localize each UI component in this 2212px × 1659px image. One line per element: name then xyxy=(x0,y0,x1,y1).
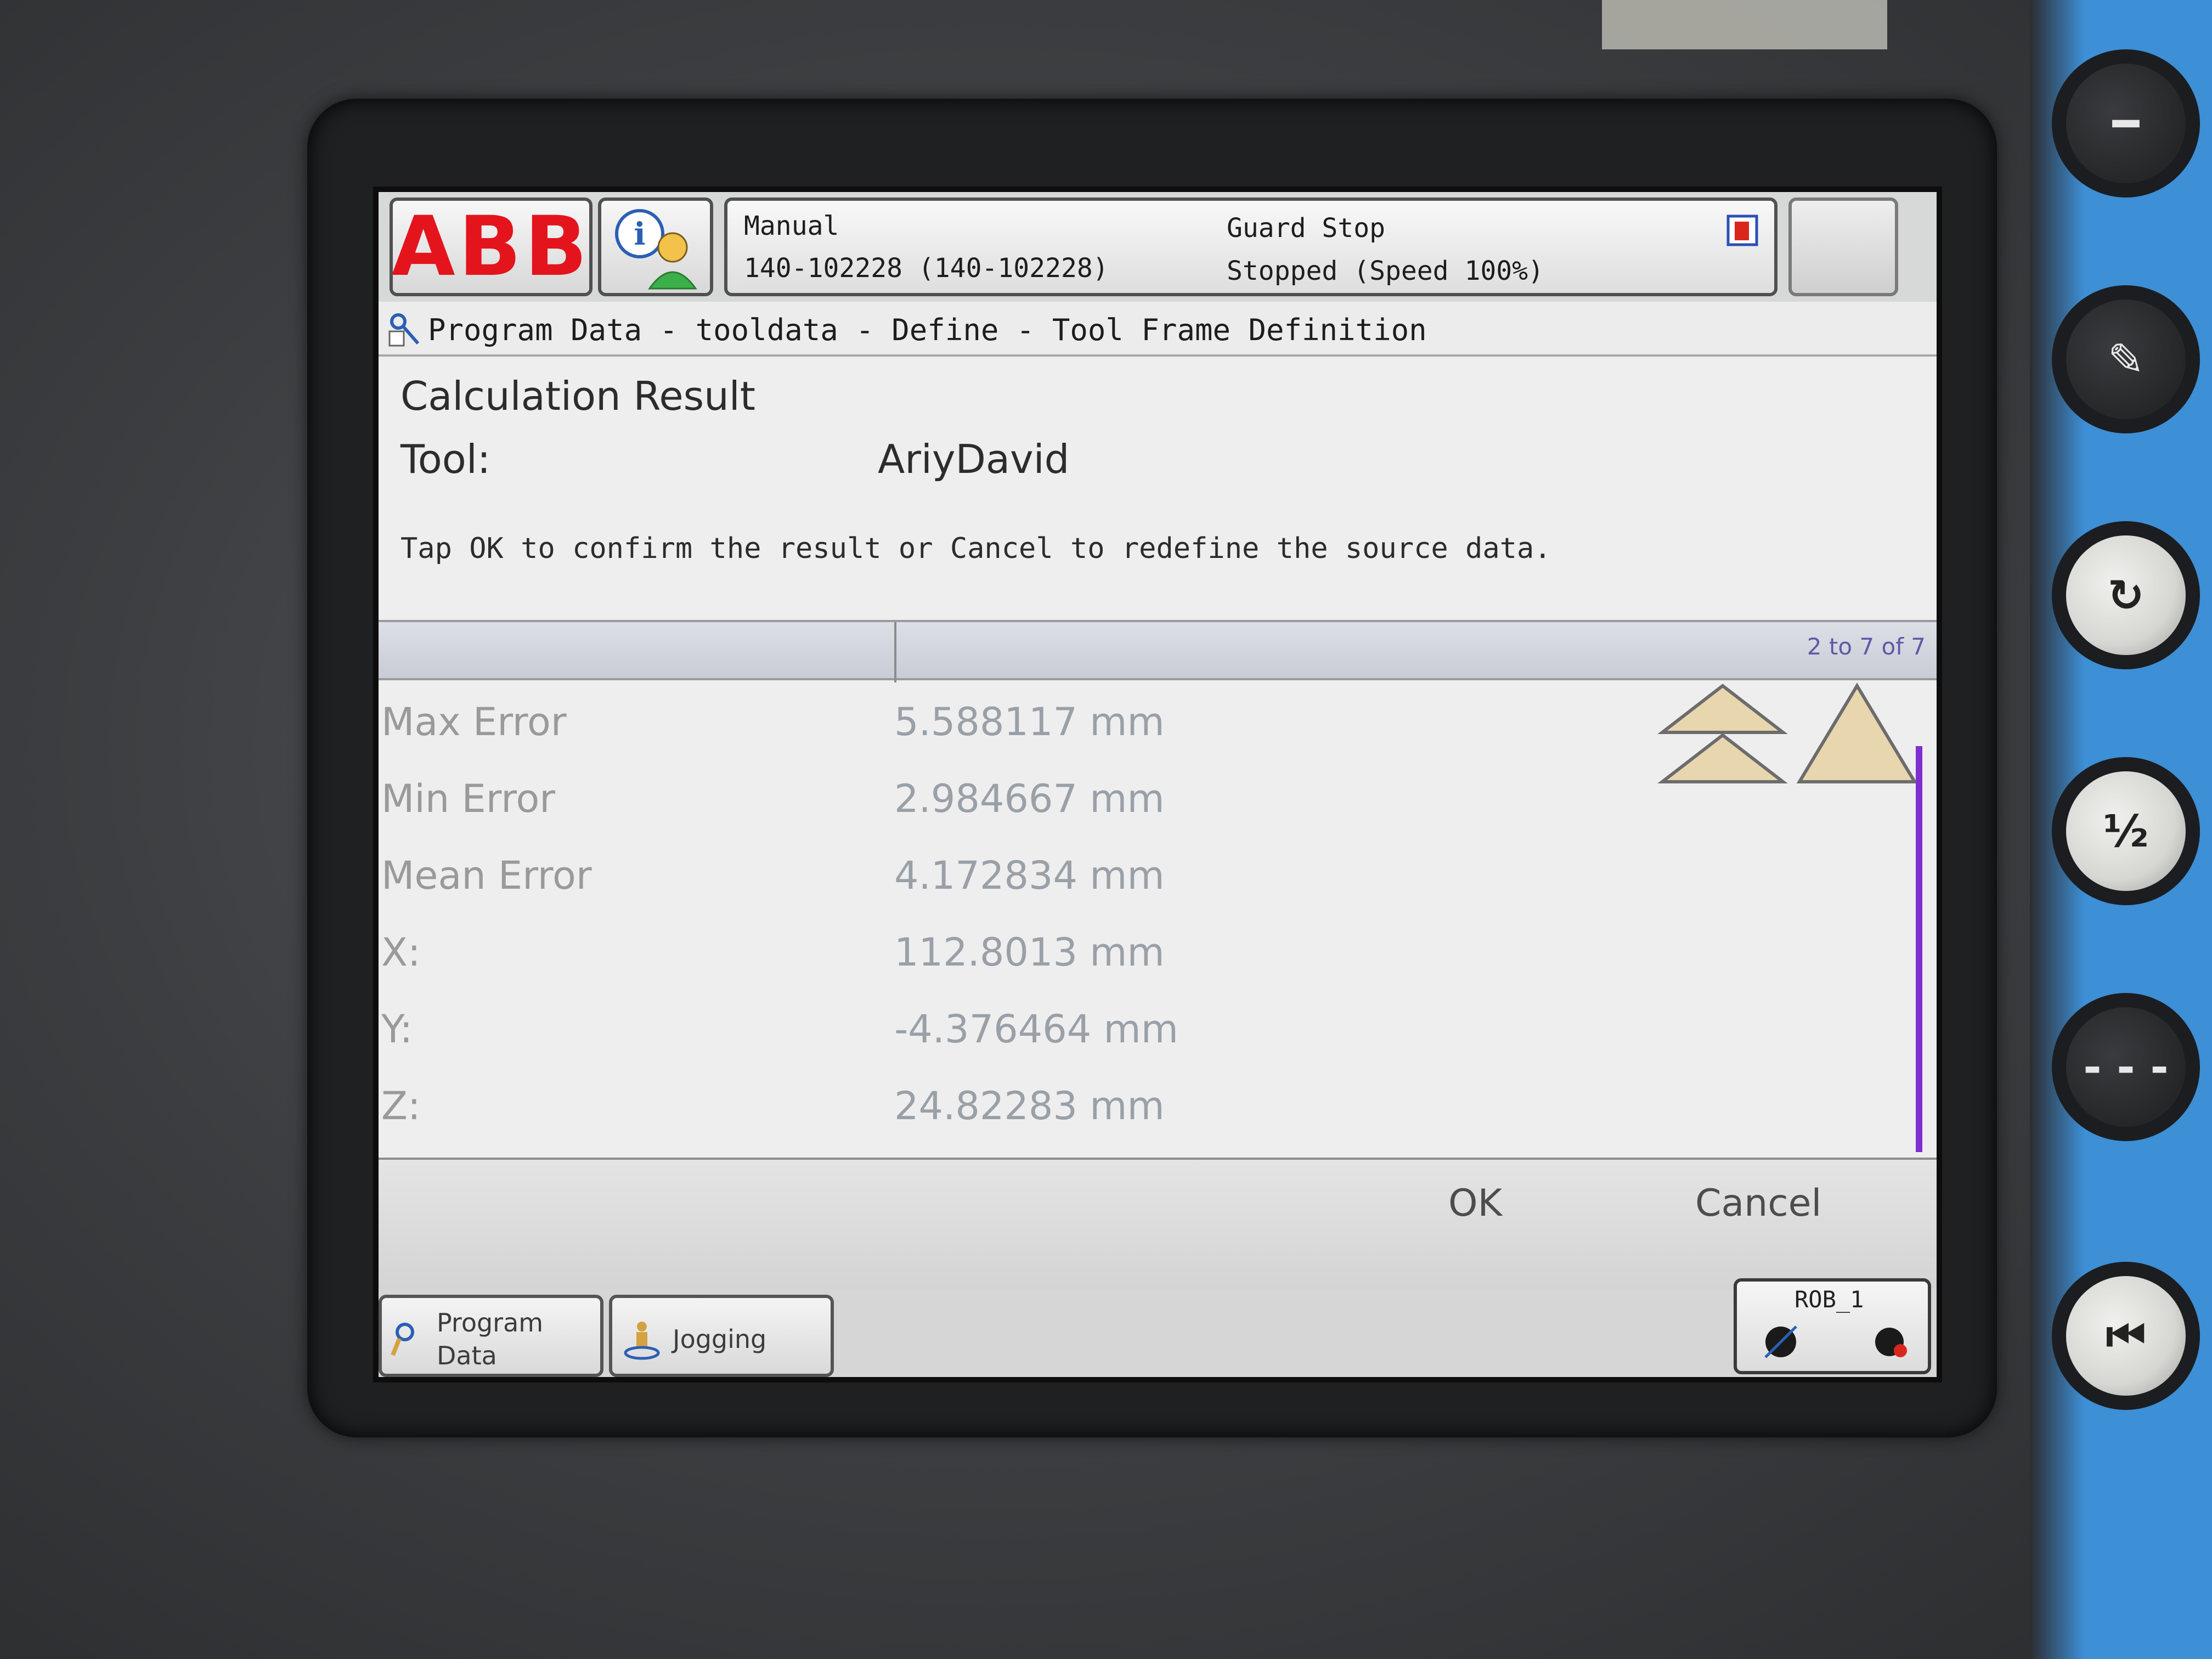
row-value: -4.376464 mm xyxy=(894,1007,1178,1052)
flexpendant-screen: ABB i Manual 140-102228 (140-102228) Gua… xyxy=(373,187,1942,1383)
close-view-button[interactable] xyxy=(1788,198,1898,296)
teach-pendant-body: ━ ✎ ↻ ½ - - - ⏮ ABB i Manual 140-102228 … xyxy=(0,0,2212,1659)
hardware-button-1[interactable]: ━ xyxy=(2052,49,2200,198)
controller-name: 140-102228 (140-102228) xyxy=(744,253,1109,284)
row-label: Mean Error xyxy=(381,853,592,898)
hardware-button-5[interactable]: - - - xyxy=(2052,993,2200,1141)
taskbar-label-line1: Program xyxy=(437,1308,544,1338)
row-value: 2.984667 mm xyxy=(894,776,1165,821)
scrollbar[interactable] xyxy=(1916,746,1922,1152)
quickset-robot-button[interactable]: ROB_1 xyxy=(1734,1278,1931,1374)
instruction-text: Tap OK to confirm the result or Cancel t… xyxy=(400,532,1551,565)
taskbar-label-line2: Data xyxy=(437,1341,497,1370)
program-data-icon xyxy=(388,313,420,347)
tool-name: AriyDavid xyxy=(878,436,1070,482)
program-data-icon xyxy=(391,1323,414,1356)
taskbar-jogging[interactable]: Jogging xyxy=(609,1295,834,1377)
robot-name: ROB_1 xyxy=(1795,1286,1864,1313)
row-label: Y: xyxy=(381,1007,413,1052)
row-value: 112.8013 mm xyxy=(894,930,1165,975)
row-label: Min Error xyxy=(381,776,556,821)
calculation-result-panel: Calculation Result Tool: AriyDavid Tap O… xyxy=(379,357,1937,1180)
status-panel[interactable]: Manual 140-102228 (140-102228) Guard Sto… xyxy=(724,198,1778,296)
info-person-icon: i xyxy=(615,209,697,290)
hardware-button-3[interactable]: ↻ xyxy=(2052,521,2200,669)
status-flag-icon xyxy=(1726,215,1758,246)
breadcrumb: Program Data - tooldata - Define - Tool … xyxy=(379,302,1937,357)
step-back-icon: ⏮ xyxy=(2106,1310,2146,1361)
row-value: 4.172834 mm xyxy=(894,853,1165,898)
grid-header: 2 to 7 of 7 xyxy=(379,620,1937,682)
taskbar-label: Jogging xyxy=(673,1324,767,1354)
hardware-button-4[interactable]: ½ xyxy=(2052,757,2200,905)
row-label: Z: xyxy=(381,1084,421,1128)
row-value: 5.588117 mm xyxy=(894,699,1165,744)
event-log-button[interactable]: i xyxy=(598,198,713,296)
tool-icon: ✎ xyxy=(2107,334,2145,385)
breadcrumb-text: Program Data - tooldata - Define - Tool … xyxy=(428,313,1427,347)
scroll-up-button[interactable] xyxy=(1794,680,1920,790)
coordinate-system-icon xyxy=(1875,1328,1907,1357)
tape-strip xyxy=(1602,0,1887,49)
svg-text:i: i xyxy=(634,216,645,252)
row-label: X: xyxy=(381,930,421,975)
increment-icon: ½ xyxy=(2103,805,2149,857)
guard-status: Guard Stop xyxy=(1227,213,1385,244)
abb-menu-button[interactable]: ABB xyxy=(390,198,592,296)
operating-mode: Manual xyxy=(744,211,839,241)
hardware-button-6[interactable]: ⏮ xyxy=(2052,1262,2200,1410)
top-bar: ABB i Manual 140-102228 (140-102228) Gua… xyxy=(379,192,1937,302)
ok-button[interactable]: OK xyxy=(1448,1182,1502,1225)
taskbar-program-data[interactable]: Program Data xyxy=(379,1295,603,1377)
column-divider xyxy=(894,622,896,682)
taskbar: Program Data Jogging ROB_1 xyxy=(379,1278,1937,1377)
result-title: Calculation Result xyxy=(400,373,756,419)
page-up-button[interactable] xyxy=(1657,680,1788,790)
action-bar: OK Cancel xyxy=(379,1158,1937,1289)
hardware-button-2[interactable]: ✎ xyxy=(2052,285,2200,433)
cancel-button[interactable]: Cancel xyxy=(1695,1182,1821,1225)
minus-icon: ━ xyxy=(2112,98,2140,149)
axis-rotate-icon: ↻ xyxy=(2107,569,2145,621)
row-value: 24.82283 mm xyxy=(894,1084,1165,1128)
row-label: Max Error xyxy=(381,699,567,744)
tool-label: Tool: xyxy=(400,436,491,482)
abb-logo: ABB xyxy=(391,199,591,295)
jogging-icon xyxy=(624,1322,660,1360)
pager-label: 2 to 7 of 7 xyxy=(1807,633,1926,660)
run-status: Stopped (Speed 100%) xyxy=(1227,256,1544,286)
mechanical-unit-icon xyxy=(1764,1325,1797,1358)
dashes-icon: - - - xyxy=(2083,1041,2169,1093)
